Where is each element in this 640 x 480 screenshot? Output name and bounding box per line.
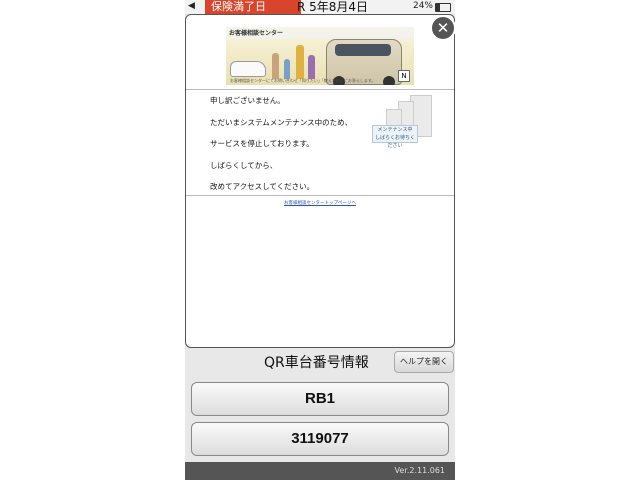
message-line: ただいまシステムメンテナンス中のため、: [210, 117, 353, 127]
message-line: 申し訳ございません。: [210, 96, 285, 105]
expiry-date: R 5年8月4日: [297, 0, 369, 14]
battery-icon: [435, 3, 451, 12]
version-label: Ver.2.11.061: [394, 466, 446, 475]
close-icon[interactable]: ✕: [430, 15, 455, 41]
message-line: サービスを停止しております。: [210, 139, 314, 148]
support-center-banner[interactable]: お客様相談センター お客様相談センターにてお問い合わせ「知りたい」「教えたい」に…: [226, 27, 414, 85]
maintenance-message: 申し訳ございません。 ただいまシステムメンテナンス中のため、 サービスを停止して…: [210, 95, 352, 203]
status-bar: ◀ 保険満了日 R 5年8月4日 24%: [185, 0, 455, 14]
top-page-link[interactable]: お客様相談センタートップページへ: [186, 200, 454, 206]
divider: [186, 89, 454, 90]
message-line: しばらくしてから、: [210, 160, 278, 170]
battery-percent: 24%: [412, 1, 433, 11]
app-screen: ◀ 保険満了日 R 5年8月4日 24% お客様相談センター お客様相談センター…: [185, 0, 455, 480]
footer-bar: Ver.2.11.061: [185, 462, 455, 480]
n-logo-icon: N: [398, 70, 410, 82]
divider: [186, 195, 454, 196]
family-illustration: [270, 43, 320, 81]
maintenance-panel: お客様相談センター お客様相談センターにてお問い合わせ「知りたい」「教えたい」に…: [185, 14, 455, 348]
back-icon[interactable]: ◀: [188, 1, 195, 11]
banner-title: お客様相談センター: [229, 30, 284, 37]
open-help-button[interactable]: ヘルプを開く: [394, 351, 454, 373]
model-code-field[interactable]: RB1: [191, 382, 449, 416]
maintenance-illustration: メンテナンス中 しばらくお待ちください: [372, 95, 434, 149]
serial-number-field[interactable]: 3119077: [191, 422, 449, 456]
banner-illustration: お客様相談センターにてお問い合わせ「知りたい」「教えたい」にお答えします。 N: [226, 39, 414, 85]
banner-text: お客様相談センターにてお問い合わせ「知りたい」「教えたい」にお答えします。: [230, 78, 376, 83]
qr-info-title: QR車台番号情報: [264, 355, 369, 371]
expiry-label: 保険満了日: [205, 0, 301, 14]
small-car-image: [230, 61, 266, 77]
maintenance-label: メンテナンス中 しばらくお待ちください: [372, 125, 418, 149]
